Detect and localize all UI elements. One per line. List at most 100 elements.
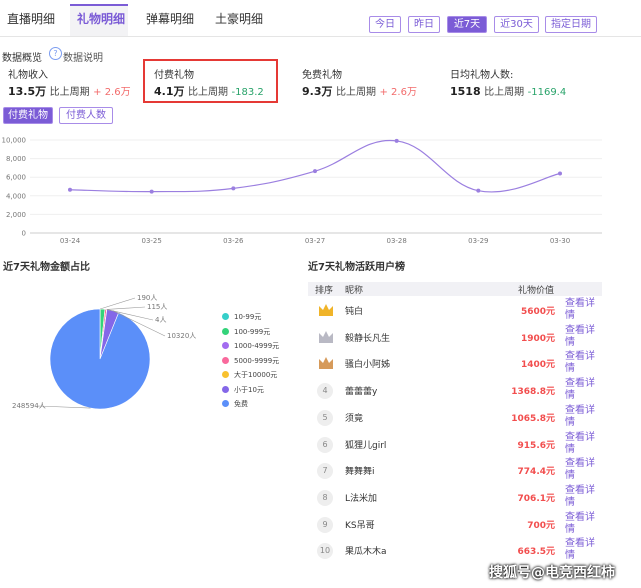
rank-badge: 5 — [317, 409, 333, 426]
help-icon[interactable]: ? — [49, 47, 62, 60]
pie-leader-line — [100, 297, 136, 310]
nickname: 蕾蕾蕾y — [345, 387, 378, 398]
nickname: 毅静长凡生 — [345, 333, 391, 344]
range-30days-button[interactable]: 近30天 — [494, 16, 539, 33]
gift-value: 706.1元 — [517, 493, 555, 504]
legend-item[interactable]: 10-99元 — [222, 312, 261, 322]
rank-badge: 8 — [317, 489, 333, 506]
y-tick-label: 6,000 — [6, 174, 26, 182]
x-tick-label: 03-25 — [141, 237, 161, 245]
stat-label: 付费礼物 — [154, 70, 194, 81]
header-value: 礼物价值 — [518, 286, 555, 296]
legend-dot — [222, 342, 229, 349]
x-tick-label: 03-28 — [386, 237, 406, 245]
stat-compare-label: 比上周期 — [484, 87, 525, 98]
line-point — [231, 186, 236, 191]
x-tick-label: 03-29 — [468, 237, 488, 245]
tab-gift-detail[interactable]: 礼物明细 — [77, 10, 125, 27]
rank-badge: 10 — [317, 543, 333, 560]
crown-icon — [319, 304, 333, 316]
header-rank: 排序 — [315, 286, 334, 296]
toggle-paid-gift[interactable]: 付费礼物 — [3, 107, 53, 124]
x-tick-label: 03-30 — [550, 237, 570, 245]
range-today-button[interactable]: 今日 — [369, 16, 401, 33]
legend-item[interactable]: 5000-9999元 — [222, 356, 279, 366]
tab-divider — [0, 36, 641, 37]
range-custom-date-button[interactable]: 指定日期 — [545, 16, 597, 33]
overview-help-link[interactable]: 数据说明 — [63, 49, 103, 64]
ranking-row: 7 舞舞舞i 774.4元 查看详情 — [308, 457, 602, 484]
legend-item[interactable]: 100-999元 — [222, 327, 270, 337]
view-detail-link[interactable]: 查看详情 — [565, 378, 599, 402]
ranking-title: 近7天礼物活跃用户榜 — [308, 262, 405, 273]
pie-slice-label: 190人 — [137, 294, 157, 302]
y-tick-label: 2,000 — [6, 211, 26, 219]
rank-badge: 6 — [317, 436, 333, 453]
stat-compare-label: 比上周期 — [188, 87, 228, 98]
line-series — [69, 139, 561, 193]
stat-compare-label: 比上周期 — [49, 87, 90, 98]
nickname: 骚白小阿姊 — [345, 360, 391, 371]
pie-title: 近7天礼物金额占比 — [3, 262, 90, 273]
view-detail-link[interactable]: 查看详情 — [565, 432, 599, 456]
legend-label: 大于10000元 — [234, 371, 278, 379]
legend-dot — [222, 385, 229, 393]
legend-item[interactable]: 大于10000元 — [222, 370, 277, 380]
line-point — [558, 171, 562, 176]
view-detail-link[interactable]: 查看详情 — [565, 458, 599, 482]
x-tick-label: 03-24 — [60, 237, 81, 245]
legend-dot — [222, 371, 229, 378]
ranking-row: 骚白小阿姊 1400元 查看详情 — [308, 350, 602, 377]
x-tick-label: 03-26 — [223, 237, 244, 245]
tab-live-detail[interactable]: 直播明细 — [7, 10, 55, 27]
line-point — [313, 169, 317, 174]
gift-value: 774.4元 — [517, 467, 555, 478]
view-detail-link[interactable]: 查看详情 — [565, 512, 599, 536]
nickname: 果瓜木木a — [345, 547, 387, 558]
line-point — [476, 188, 481, 193]
stat-gift-income: 礼物收入 13.5万 比上周期 + 2.6万 — [8, 66, 131, 99]
view-detail-link[interactable]: 查看详情 — [565, 351, 599, 375]
header-nick: 昵称 — [345, 286, 364, 296]
legend-label: 免费 — [234, 400, 248, 408]
stat-label: 日均礼物人数: — [450, 70, 514, 81]
legend-item[interactable]: 免费 — [222, 399, 248, 409]
nickname: L法米加 — [345, 493, 378, 504]
view-detail-link[interactable]: 查看详情 — [565, 405, 599, 429]
nickname: 舞舞舞i — [345, 467, 375, 478]
legend-label: 100-999元 — [234, 327, 271, 336]
ranking-row: 4 蕾蕾蕾y 1368.8元 查看详情 — [308, 377, 602, 404]
nickname: 狐狸儿girl — [345, 440, 387, 451]
stat-label: 礼物收入 — [8, 70, 48, 81]
range-yesterday-button[interactable]: 昨日 — [408, 16, 440, 33]
view-detail-link[interactable]: 查看详情 — [565, 298, 599, 322]
nickname: KS吊哥 — [345, 520, 375, 531]
legend-label: 5000-9999元 — [234, 356, 280, 365]
legend-label: 小于10元 — [234, 385, 264, 394]
stat-compare-label: 比上周期 — [336, 87, 376, 98]
y-tick-label: 4,000 — [6, 192, 26, 200]
view-detail-link[interactable]: 查看详情 — [565, 538, 599, 562]
stat-value: 13.5万 — [8, 85, 47, 98]
stat-change: -183.2 — [231, 87, 264, 98]
legend-item[interactable]: 1000-4999元 — [222, 341, 279, 351]
stat-daily-gifters: 日均礼物人数: 1518 比上周期 -1169.4 — [450, 66, 566, 98]
pie-slice-label: 248594人 — [12, 402, 46, 410]
tab-danmaku-detail[interactable]: 弹幕明细 — [146, 10, 194, 27]
ranking-row: 钝白 5600元 查看详情 — [308, 297, 602, 324]
view-detail-link[interactable]: 查看详情 — [565, 325, 599, 349]
legend-label: 1000-4999元 — [234, 342, 280, 350]
toggle-paid-count[interactable]: 付费人数 — [59, 107, 113, 124]
range-7days-button[interactable]: 近7天 — [447, 16, 487, 33]
legend-item[interactable]: 小于10元 — [222, 385, 264, 395]
view-detail-link[interactable]: 查看详情 — [565, 485, 599, 509]
rank-badge: 9 — [317, 516, 333, 533]
watermark: 搜狐号@电竞西红柿 — [489, 565, 615, 581]
ranking-row: 毅静长凡生 1900元 查看详情 — [308, 324, 602, 351]
gift-value: 1065.8元 — [511, 413, 555, 424]
stat-paid-gift: 付费礼物 4.1万 比上周期 -183.2 — [154, 66, 264, 99]
tab-tycoon-detail[interactable]: 土豪明细 — [215, 10, 263, 27]
gift-value: 700元 — [527, 520, 555, 531]
ranking-row: 10 果瓜木木a 663.5元 查看详情 — [308, 537, 602, 564]
gift-value: 663.5元 — [517, 547, 555, 558]
